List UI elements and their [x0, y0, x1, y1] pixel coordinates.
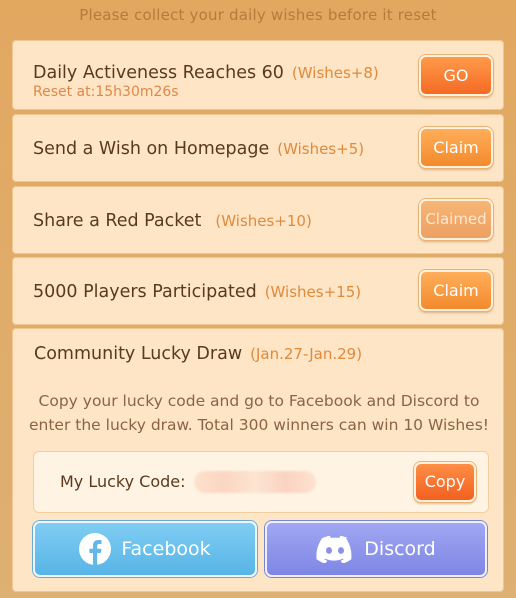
description-line: Copy your lucky code and go to Facebook …: [38, 392, 480, 410]
task-card-daily-activeness: Daily Activeness Reaches 60 (Wishes+8) Re…: [12, 40, 504, 110]
discord-icon: [316, 535, 354, 563]
task-title-text: 5000 Players Participated: [33, 282, 257, 302]
task-title: 5000 Players Participated (Wishes+15): [33, 282, 361, 302]
task-title-text: Send a Wish on Homepage: [33, 139, 270, 159]
claimed-button[interactable]: Claimed: [419, 199, 493, 240]
description-line: enter the lucky draw. Total 300 winners …: [29, 416, 489, 434]
lucky-draw-title-text: Community Lucky Draw: [34, 344, 243, 364]
task-reward: (Wishes+5): [277, 140, 365, 158]
task-title: Send a Wish on Homepage (Wishes+5): [33, 139, 364, 159]
task-title: Share a Red Packet (Wishes+10): [33, 211, 312, 231]
task-reward: (Wishes+15): [264, 283, 362, 301]
task-reward: (Wishes+8): [291, 64, 379, 82]
reset-timer: Reset at:15h30m26s: [33, 84, 179, 100]
lucky-code-box: My Lucky Code: Copy: [33, 451, 489, 513]
facebook-label: Facebook: [121, 538, 211, 560]
facebook-icon: [79, 533, 112, 565]
discord-button[interactable]: Discord: [265, 521, 487, 577]
lucky-code-redacted: [194, 471, 316, 493]
lucky-draw-title: Community Lucky Draw (Jan.27-Jan.29): [34, 344, 362, 364]
top-note: Please collect your daily wishes before …: [79, 6, 437, 24]
claim-button[interactable]: Claim: [419, 270, 493, 311]
copy-button[interactable]: Copy: [414, 462, 476, 502]
lucky-draw-dates: (Jan.27-Jan.29): [250, 345, 363, 363]
facebook-button[interactable]: Facebook: [33, 521, 257, 577]
discord-label: Discord: [364, 538, 436, 560]
task-title: Daily Activeness Reaches 60 (Wishes+8): [33, 63, 379, 83]
task-card-send-wish: Send a Wish on Homepage (Wishes+5) Claim: [12, 114, 504, 182]
lucky-draw-card: Community Lucky Draw (Jan.27-Jan.29) Copy…: [12, 328, 504, 592]
task-reward: (Wishes+10): [215, 212, 312, 230]
go-button[interactable]: GO: [419, 55, 493, 96]
task-title-text: Daily Activeness Reaches 60: [33, 63, 284, 83]
task-card-players: 5000 Players Participated (Wishes+15) Cla…: [12, 257, 504, 325]
lucky-code-label: My Lucky Code:: [60, 472, 186, 491]
task-card-red-packet: Share a Red Packet (Wishes+10) Claimed: [12, 186, 504, 254]
lucky-draw-description: Copy your lucky code and go to Facebook …: [13, 389, 505, 437]
claim-button[interactable]: Claim: [419, 127, 493, 168]
task-title-text: Share a Red Packet: [33, 211, 202, 231]
